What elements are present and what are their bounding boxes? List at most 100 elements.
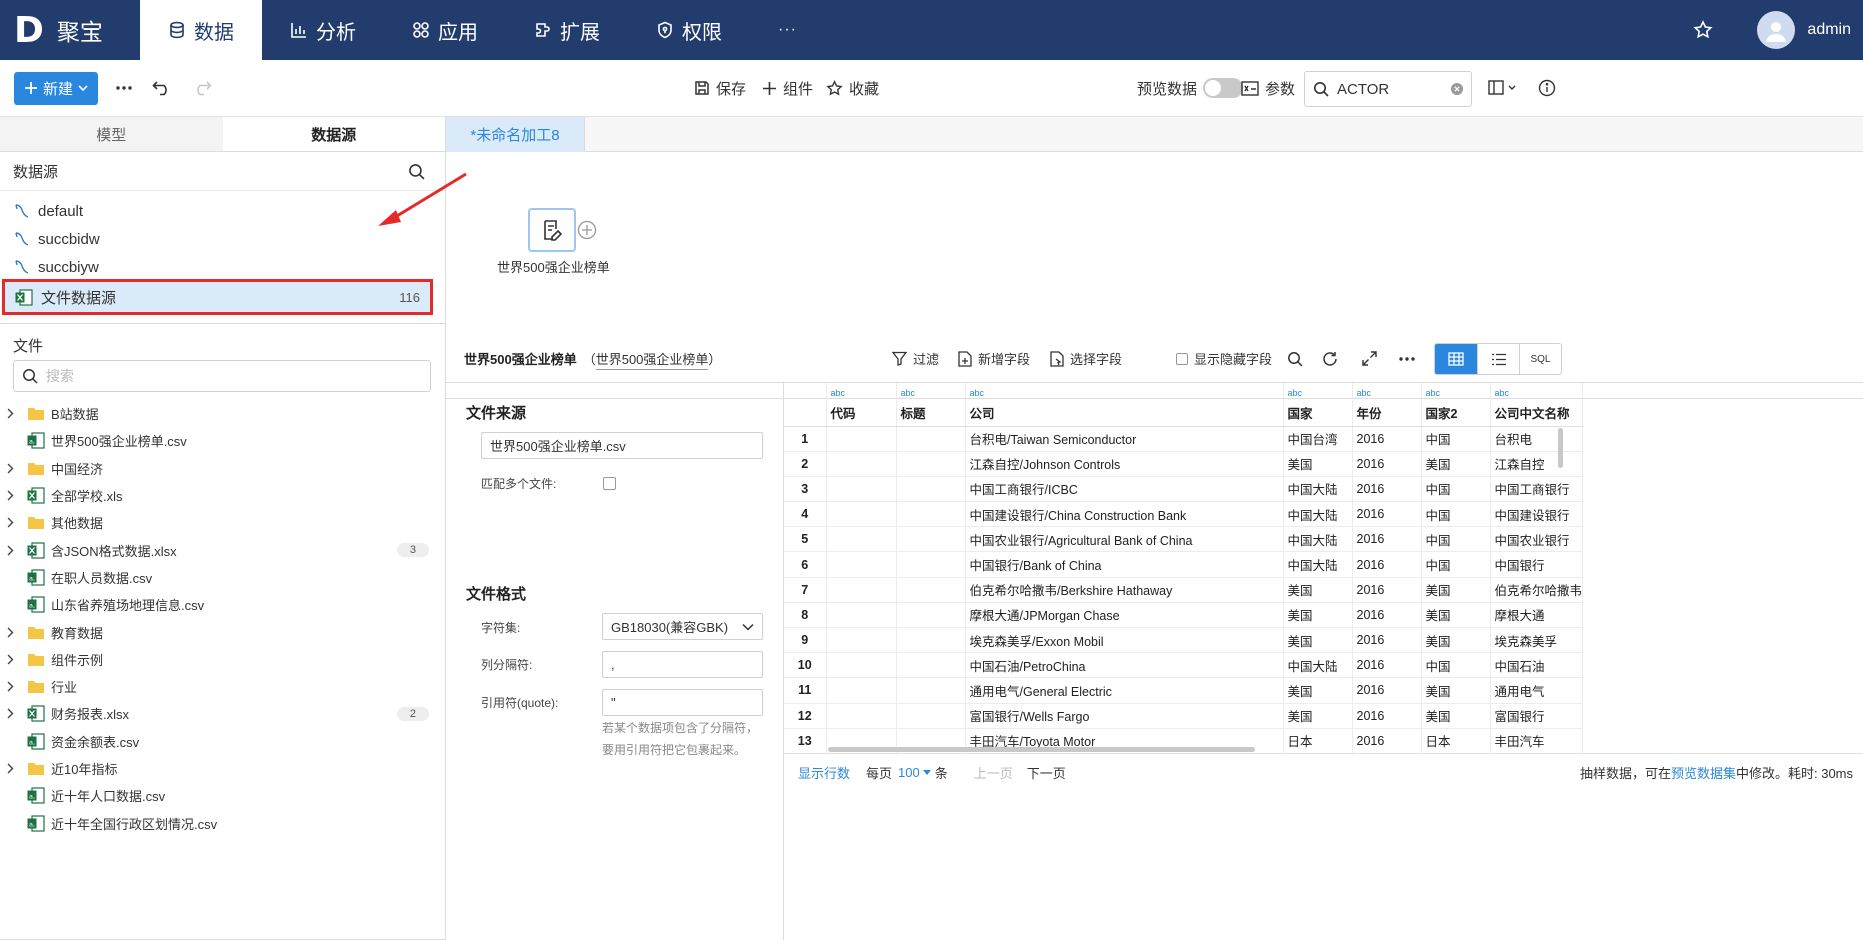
table-cell[interactable]: 中国 [1421,551,1491,578]
table-cell[interactable]: 2016 [1352,703,1422,729]
toolbar-search-input[interactable]: ACTOR [1304,71,1472,107]
file-tree-item[interactable]: a, 资金余额表.csv [0,728,445,755]
nav-more-button[interactable]: ··· [750,0,825,60]
vertical-scrollbar[interactable] [1558,428,1563,468]
table-cell[interactable] [826,526,897,553]
column-header[interactable]: abc 公司 [965,383,1284,427]
clear-icon[interactable] [1451,83,1463,95]
table-row[interactable]: 11 通用电气/General Electric 美国 2016 美国 通用电气 [784,677,1584,704]
table-row[interactable]: 1 台积电/Taiwan Semiconductor 中国台湾 2016 中国 台积电 [784,426,1584,452]
table-cell[interactable]: 2016 [1352,652,1422,679]
params-button[interactable]: 参数 [1241,78,1295,99]
table-cell[interactable] [826,577,897,603]
table-cell[interactable]: 美国 [1283,602,1353,629]
table-cell[interactable]: 美国 [1421,577,1491,603]
table-cell[interactable]: 中国农业银行/Agricultural Bank of China [965,526,1284,553]
table-cell[interactable]: 台积电 [1490,426,1584,452]
undo-icon[interactable] [152,80,172,96]
table-row[interactable]: 6 中国银行/Bank of China 中国大陆 2016 中国 中国银行 [784,551,1584,578]
more-icon[interactable] [116,86,132,90]
file-tree-item[interactable]: 其他数据 [0,509,445,536]
chevron-right-icon[interactable] [0,463,20,474]
charset-select[interactable]: GB18030(兼容GBK) [602,613,763,640]
table-cell[interactable]: 中国大陆 [1283,652,1353,679]
table-cell[interactable]: 中国农业银行 [1490,526,1584,553]
table-cell[interactable]: 中国台湾 [1283,426,1353,452]
chevron-right-icon[interactable] [0,517,20,528]
chevron-right-icon[interactable] [0,654,20,665]
sql-view-button[interactable]: SQL [1519,344,1561,374]
file-tree-item[interactable]: a, 山东省养殖场地理信息.csv [0,591,445,618]
table-cell[interactable]: 中国工商银行/ICBC [965,476,1284,503]
table-cell[interactable] [896,451,966,477]
table-cell[interactable]: 美国 [1421,703,1491,729]
table-cell[interactable] [826,476,897,503]
table-cell[interactable] [896,526,966,553]
add-node-icon[interactable] [577,220,597,240]
brand-logo[interactable]: D 聚宝 [0,0,140,60]
table-cell[interactable] [896,652,966,679]
preview-toggle[interactable] [1203,78,1244,98]
table-cell[interactable]: 美国 [1283,451,1353,477]
table-cell[interactable]: 美国 [1421,677,1491,704]
table-cell[interactable]: 美国 [1421,451,1491,477]
table-cell[interactable]: 中国石油 [1490,652,1584,679]
file-tree-item[interactable]: a, 在职人员数据.csv [0,564,445,591]
chevron-right-icon[interactable] [0,408,20,419]
table-cell[interactable]: 2016 [1352,476,1422,503]
table-cell[interactable]: 2016 [1352,501,1422,528]
chevron-right-icon[interactable] [0,627,20,638]
next-page-button[interactable]: 下一页 [1027,763,1066,782]
table-cell[interactable]: 2016 [1352,677,1422,704]
table-cell[interactable]: 中国建设银行 [1490,501,1584,528]
column-header[interactable]: abc 公司中文名称 [1490,383,1584,427]
table-cell[interactable]: 美国 [1421,627,1491,654]
table-cell[interactable]: 中国大陆 [1283,501,1353,528]
table-cell[interactable] [896,627,966,654]
table-row[interactable]: 3 中国工商银行/ICBC 中国大陆 2016 中国 中国工商银行 [784,476,1584,503]
search-icon[interactable] [408,163,425,180]
file-tree-item[interactable]: a, 近十年全国行政区划情况.csv [0,809,445,836]
separator-input[interactable]: , [602,651,763,678]
table-cell[interactable]: 美国 [1283,677,1353,704]
table-row[interactable]: 8 摩根大通/JPMorgan Chase 美国 2016 美国 摩根大通 [784,602,1584,629]
table-cell[interactable] [826,501,897,528]
chevron-right-icon[interactable] [0,490,20,501]
table-cell[interactable] [826,551,897,578]
detail-subtitle-text[interactable]: 世界500强企业榜单 [595,352,709,370]
table-cell[interactable]: 2016 [1352,627,1422,654]
table-cell[interactable] [896,677,966,704]
new-button[interactable]: 新建 [14,71,99,105]
table-cell[interactable] [896,703,966,729]
page-size-select[interactable]: 100 [898,765,931,780]
filter-button[interactable]: 过滤 [892,349,939,368]
favorite-button[interactable]: 收藏 [826,78,879,99]
table-cell[interactable] [896,426,966,452]
table-cell[interactable]: 美国 [1283,627,1353,654]
chevron-right-icon[interactable] [0,708,20,719]
file-tree-item[interactable]: 中国经济 [0,455,445,482]
preview-dataset-link[interactable]: 预览数据集 [1671,766,1736,781]
table-cell[interactable] [896,501,966,528]
table-cell[interactable]: 埃克森美孚/Exxon Mobil [965,627,1284,654]
file-tree-item[interactable]: 组件示例 [0,646,445,673]
info-icon[interactable] [1538,79,1556,97]
save-button[interactable]: 保存 [694,78,746,99]
table-cell[interactable]: 富国银行 [1490,703,1584,729]
table-cell[interactable]: 中国 [1421,501,1491,528]
nav-tab-data[interactable]: 数据 [140,0,262,60]
table-cell[interactable]: 2016 [1352,526,1422,553]
table-cell[interactable] [896,602,966,629]
nav-tab-apps[interactable]: 应用 [384,0,506,60]
file-path-input[interactable]: 世界500强企业榜单.csv [481,432,763,459]
table-cell[interactable]: 通用电气/General Electric [965,677,1284,704]
workspace-tab[interactable]: *未命名加工8 [446,117,585,152]
nav-tab-extension[interactable]: 扩展 [506,0,628,60]
table-cell[interactable] [826,677,897,704]
file-search-input[interactable]: 搜索 [13,360,431,392]
tab-model[interactable]: 模型 [0,117,223,151]
file-tree-item[interactable]: 教育数据 [0,618,445,645]
table-cell[interactable]: 通用电气 [1490,677,1584,704]
table-cell[interactable]: 中国 [1421,652,1491,679]
table-cell[interactable]: 中国 [1421,526,1491,553]
